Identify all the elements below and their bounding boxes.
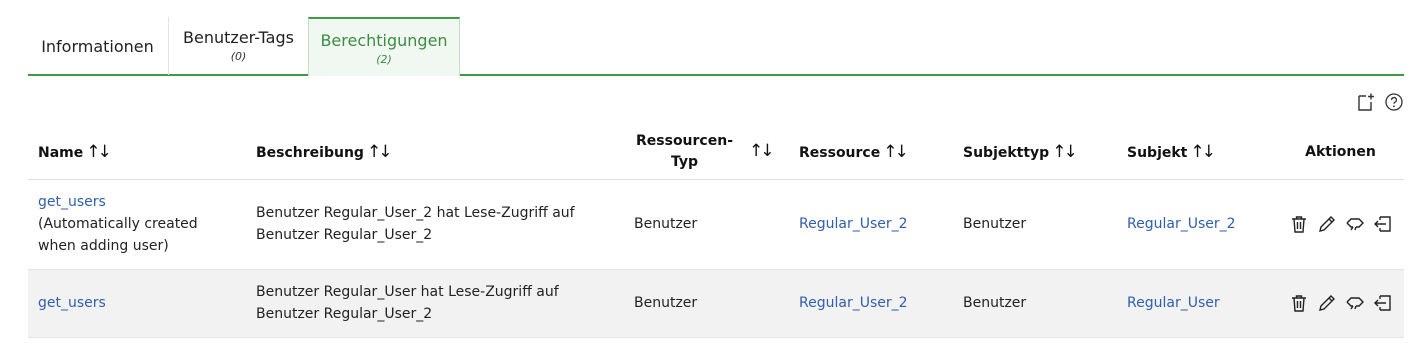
tab-count: (2) [376,53,392,66]
description-line2: Benutzer Regular_User_2 [256,227,433,243]
cell-description: Benutzer Regular_User_2 hat Lese-Zugriff… [246,179,624,270]
help-icon[interactable] [1384,92,1404,112]
exit-icon[interactable] [1372,292,1394,314]
table-header-row: Name ↑↓ Beschreibung ↑↓ Ressourcen- Typ ↑↓… [28,126,1404,180]
column-header-subject[interactable]: Subjekt ↑↓ [1117,126,1277,180]
header-label: Aktionen [1305,144,1376,161]
subject-link[interactable]: Regular_User_2 [1127,216,1236,232]
column-header-subject-type[interactable]: Subjekttyp ↑↓ [953,126,1117,180]
description-line2: Benutzer Regular_User_2 [256,306,433,322]
tab-label: Benutzer-Tags [183,28,294,47]
column-header-actions: Aktionen [1277,126,1404,180]
cell-subject-type: Benutzer [953,179,1117,270]
tab-label: Berechtigungen [320,31,448,50]
header-label-line1: Ressourcen- [636,133,734,150]
header-label: Ressource [799,145,881,162]
cell-description: Benutzer Regular_User hat Lese-Zugriff a… [246,269,624,338]
header-label-line2: Typ [670,154,699,171]
row-actions [1287,213,1394,235]
cell-resource-type: Benutzer [624,269,789,338]
table-row: get_users Benutzer Regular_User hat Lese… [28,269,1404,338]
permission-name-link[interactable]: get_users [38,194,106,210]
sort-icon[interactable]: ↑↓ [749,141,774,161]
table-toolbar [1356,92,1404,112]
cell-subject: Regular_User [1117,269,1277,338]
description-line1: Benutzer Regular_User_2 hat Lese-Zugriff… [256,205,575,221]
column-header-description[interactable]: Beschreibung ↑↓ [246,126,624,180]
sort-icon[interactable]: ↑↓ [1190,142,1215,162]
trash-icon[interactable] [1288,292,1310,314]
header-label: Subjekt [1127,145,1188,162]
cell-resource: Regular_User_2 [789,269,953,338]
resource-link[interactable]: Regular_User_2 [799,295,908,311]
cell-name: get_users (Automatically created when ad… [28,179,246,270]
cell-resource-type: Benutzer [624,179,789,270]
permission-name-link[interactable]: get_users [38,295,106,311]
cell-actions [1277,179,1404,270]
column-header-resource[interactable]: Ressource ↑↓ [789,126,953,180]
tab-count: (0) [230,50,247,63]
sort-icon[interactable]: ↑↓ [883,142,908,162]
trash-icon[interactable] [1288,213,1310,235]
column-header-name[interactable]: Name ↑↓ [28,126,246,180]
row-actions [1287,292,1394,314]
auto-created-note-line1: (Automatically created [38,216,198,232]
subject-link[interactable]: Regular_User [1127,295,1220,311]
resource-link[interactable]: Regular_User_2 [799,216,908,232]
tab-informationen[interactable]: Informationen [28,17,167,75]
sort-icon[interactable]: ↑↓ [1052,142,1077,162]
auto-created-note-line2: when adding user) [38,238,169,254]
header-label: Name [38,145,84,162]
pencil-icon[interactable] [1316,213,1338,235]
description-line1: Benutzer Regular_User hat Lese-Zugriff a… [256,284,559,300]
cell-resource: Regular_User_2 [789,179,953,270]
cell-subject-type: Benutzer [953,269,1117,338]
cell-name: get_users [28,269,246,338]
tab-bar: Informationen Benutzer-Tags (0) Berechti… [28,17,1404,76]
header-label: Ressourcen- Typ [636,131,733,173]
cell-subject: Regular_User_2 [1117,179,1277,270]
new-document-icon[interactable] [1356,92,1376,112]
tab-benutzer-tags[interactable]: Benutzer-Tags (0) [168,17,308,75]
table-row: get_users (Automatically created when ad… [28,179,1404,270]
header-label: Subjekttyp [963,145,1050,162]
transfer-icon[interactable] [1344,292,1366,314]
transfer-icon[interactable] [1344,213,1366,235]
exit-icon[interactable] [1372,213,1394,235]
sort-icon[interactable]: ↑↓ [86,142,111,162]
column-header-resource-type[interactable]: Ressourcen- Typ ↑↓ [624,126,789,180]
header-label: Beschreibung [256,145,364,162]
pencil-icon[interactable] [1316,292,1338,314]
tab-berechtigungen[interactable]: Berechtigungen (2) [308,17,460,76]
permissions-table: Name ↑↓ Beschreibung ↑↓ Ressourcen- Typ ↑↓… [28,126,1404,338]
sort-icon[interactable]: ↑↓ [367,142,392,162]
tab-label: Informationen [41,37,154,56]
cell-actions [1277,269,1404,338]
